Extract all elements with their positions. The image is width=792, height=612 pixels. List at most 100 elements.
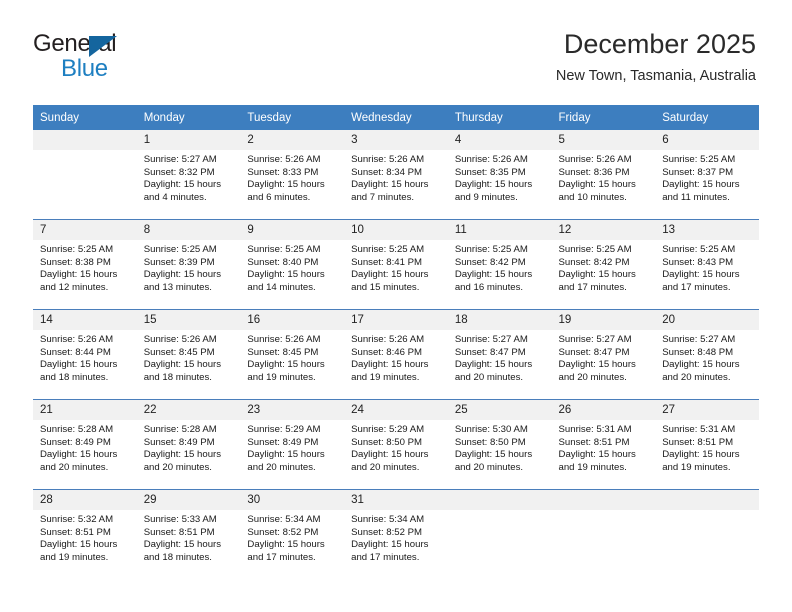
day-number: 31 [344, 490, 448, 510]
day-cell[interactable]: 6 Sunrise: 5:25 AM Sunset: 8:37 PM Daylight… [655, 130, 759, 220]
day-cell[interactable]: 11 Sunrise: 5:25 AM Sunset: 8:42 PM Dayligh… [447, 219, 552, 310]
daylight-text-line2: and 20 minutes. [454, 371, 524, 383]
sunset-text: Sunset: 8:51 PM [558, 436, 630, 448]
page-header: General Blue December 2025 New Town, Tas… [0, 0, 792, 100]
sunrise-text: Sunrise: 5:27 AM [143, 154, 217, 165]
daylight-text-line2: and 20 minutes. [40, 461, 109, 473]
calendar-body: 1 Sunrise: 5:27 AM Sunset: 8:32 PM Daylight… [33, 130, 759, 579]
sunset-text: Sunset: 8:49 PM [143, 436, 215, 448]
calendar-week-row: 21 Sunrise: 5:28 AM Sunset: 8:49 PM Dayligh… [33, 399, 759, 490]
day-cell[interactable]: 24 Sunrise: 5:29 AM Sunset: 8:50 PM Dayligh… [344, 399, 448, 490]
sunset-text: Sunset: 8:52 PM [247, 526, 319, 538]
day-details: Sunrise: 5:25 AM Sunset: 8:39 PM Daylight:… [137, 240, 241, 294]
day-cell[interactable]: 22 Sunrise: 5:28 AM Sunset: 8:49 PM Dayligh… [136, 399, 241, 490]
sunset-text: Sunset: 8:48 PM [662, 346, 734, 358]
day-cell[interactable] [551, 489, 656, 579]
sunrise-text: Sunrise: 5:29 AM [351, 424, 425, 435]
day-details: Sunrise: 5:29 AM Sunset: 8:50 PM Daylight:… [344, 420, 448, 474]
day-number: 2 [240, 130, 345, 150]
day-cell[interactable]: 29 Sunrise: 5:33 AM Sunset: 8:51 PM Dayligh… [136, 489, 241, 579]
daylight-text-line1: Daylight: 15 hours [351, 359, 429, 371]
daylight-text-line1: Daylight: 15 hours [247, 269, 325, 281]
daylight-text-line1: Daylight: 15 hours [40, 269, 118, 281]
day-cell[interactable]: 4 Sunrise: 5:26 AM Sunset: 8:35 PM Daylight… [447, 130, 552, 220]
day-cell[interactable]: 28 Sunrise: 5:32 AM Sunset: 8:51 PM Dayligh… [33, 489, 137, 579]
day-details: Sunrise: 5:25 AM Sunset: 8:38 PM Daylight:… [33, 240, 137, 294]
day-cell[interactable]: 26 Sunrise: 5:31 AM Sunset: 8:51 PM Dayligh… [551, 399, 656, 490]
sunset-text: Sunset: 8:46 PM [351, 346, 423, 358]
day-cell[interactable]: 13 Sunrise: 5:25 AM Sunset: 8:43 PM Dayligh… [655, 219, 759, 310]
day-details: Sunrise: 5:27 AM Sunset: 8:47 PM Daylight:… [552, 330, 656, 384]
page-title: December 2025 [563, 29, 756, 59]
day-cell[interactable]: 12 Sunrise: 5:25 AM Sunset: 8:42 PM Dayligh… [551, 219, 656, 310]
day-number: 7 [33, 220, 137, 240]
weekday-header-monday: Monday [136, 105, 241, 130]
day-number: 29 [136, 490, 241, 510]
day-cell[interactable]: 10 Sunrise: 5:25 AM Sunset: 8:41 PM Dayligh… [344, 219, 448, 310]
location-subtitle: New Town, Tasmania, Australia [555, 68, 756, 84]
day-number: 4 [447, 130, 552, 150]
daylight-text-line1: Daylight: 15 hours [662, 179, 740, 191]
day-cell[interactable]: 7 Sunrise: 5:25 AM Sunset: 8:38 PM Daylight… [33, 219, 137, 310]
day-cell[interactable] [33, 130, 137, 220]
sunset-text: Sunset: 8:33 PM [247, 166, 319, 178]
sunrise-text: Sunrise: 5:28 AM [40, 424, 114, 435]
day-cell[interactable]: 30 Sunrise: 5:34 AM Sunset: 8:52 PM Dayligh… [240, 489, 345, 579]
day-cell[interactable]: 16 Sunrise: 5:26 AM Sunset: 8:45 PM Dayligh… [240, 309, 345, 400]
day-details: Sunrise: 5:26 AM Sunset: 8:46 PM Daylight:… [344, 330, 448, 384]
day-number [655, 490, 759, 510]
day-cell[interactable]: 3 Sunrise: 5:26 AM Sunset: 8:34 PM Daylight… [344, 130, 448, 220]
daylight-text-line2: and 15 minutes. [351, 281, 420, 293]
sunrise-text: Sunrise: 5:31 AM [662, 424, 736, 435]
general-blue-logo: General Blue [33, 30, 203, 86]
day-cell[interactable] [447, 489, 552, 579]
day-cell[interactable]: 17 Sunrise: 5:26 AM Sunset: 8:46 PM Dayligh… [344, 309, 448, 400]
daylight-text-line1: Daylight: 15 hours [558, 179, 636, 191]
daylight-text-line2: and 20 minutes. [558, 371, 627, 383]
day-cell[interactable]: 1 Sunrise: 5:27 AM Sunset: 8:32 PM Daylight… [136, 130, 241, 220]
day-number: 10 [344, 220, 448, 240]
day-cell[interactable]: 2 Sunrise: 5:26 AM Sunset: 8:33 PM Daylight… [240, 130, 345, 220]
day-number: 8 [136, 220, 241, 240]
day-cell[interactable]: 15 Sunrise: 5:26 AM Sunset: 8:45 PM Dayligh… [136, 309, 241, 400]
daylight-text-line1: Daylight: 15 hours [454, 449, 533, 461]
day-cell[interactable]: 20 Sunrise: 5:27 AM Sunset: 8:48 PM Dayligh… [655, 309, 759, 400]
sunrise-text: Sunrise: 5:25 AM [454, 244, 528, 255]
day-cell[interactable]: 27 Sunrise: 5:31 AM Sunset: 8:51 PM Dayligh… [655, 399, 759, 490]
day-number: 12 [551, 220, 656, 240]
daylight-text-line1: Daylight: 15 hours [247, 539, 325, 551]
sunset-text: Sunset: 8:47 PM [454, 346, 526, 358]
day-number: 24 [344, 400, 448, 420]
day-cell[interactable]: 31 Sunrise: 5:34 AM Sunset: 8:52 PM Dayligh… [344, 489, 448, 579]
sunrise-text: Sunrise: 5:25 AM [40, 244, 114, 255]
day-cell[interactable]: 14 Sunrise: 5:26 AM Sunset: 8:44 PM Dayligh… [33, 309, 137, 400]
day-cell[interactable]: 5 Sunrise: 5:26 AM Sunset: 8:36 PM Daylight… [551, 130, 656, 220]
daylight-text-line2: and 20 minutes. [351, 461, 420, 473]
day-details: Sunrise: 5:34 AM Sunset: 8:52 PM Daylight:… [240, 510, 344, 564]
day-number: 1 [136, 130, 241, 150]
day-cell[interactable]: 9 Sunrise: 5:25 AM Sunset: 8:40 PM Daylight… [240, 219, 345, 310]
daylight-text-line2: and 17 minutes. [247, 551, 316, 563]
day-cell[interactable] [655, 489, 759, 579]
day-cell[interactable]: 8 Sunrise: 5:25 AM Sunset: 8:39 PM Daylight… [136, 219, 241, 310]
daylight-text-line2: and 17 minutes. [351, 551, 420, 563]
day-number [551, 490, 656, 510]
day-cell[interactable]: 19 Sunrise: 5:27 AM Sunset: 8:47 PM Dayligh… [551, 309, 656, 400]
day-cell[interactable]: 21 Sunrise: 5:28 AM Sunset: 8:49 PM Dayligh… [33, 399, 137, 490]
daylight-text-line2: and 19 minutes. [247, 371, 316, 383]
daylight-text-line1: Daylight: 15 hours [143, 539, 222, 551]
sunset-text: Sunset: 8:52 PM [351, 526, 423, 538]
day-details: Sunrise: 5:25 AM Sunset: 8:41 PM Daylight:… [344, 240, 448, 294]
month-calendar-table: Sunday Monday Tuesday Wednesday Thursday… [33, 105, 759, 579]
weekday-header-tuesday: Tuesday [240, 105, 345, 130]
daylight-text-line2: and 12 minutes. [40, 281, 109, 293]
sunrise-text: Sunrise: 5:28 AM [143, 424, 217, 435]
day-cell[interactable]: 18 Sunrise: 5:27 AM Sunset: 8:47 PM Dayligh… [447, 309, 552, 400]
day-number: 6 [655, 130, 759, 150]
day-cell[interactable]: 25 Sunrise: 5:30 AM Sunset: 8:50 PM Dayligh… [447, 399, 552, 490]
sunrise-text: Sunrise: 5:34 AM [247, 514, 321, 525]
day-cell[interactable]: 23 Sunrise: 5:29 AM Sunset: 8:49 PM Dayligh… [240, 399, 345, 490]
weekday-header-thursday: Thursday [447, 105, 552, 130]
daylight-text-line1: Daylight: 15 hours [143, 269, 222, 281]
day-details: Sunrise: 5:26 AM Sunset: 8:44 PM Daylight:… [33, 330, 137, 384]
